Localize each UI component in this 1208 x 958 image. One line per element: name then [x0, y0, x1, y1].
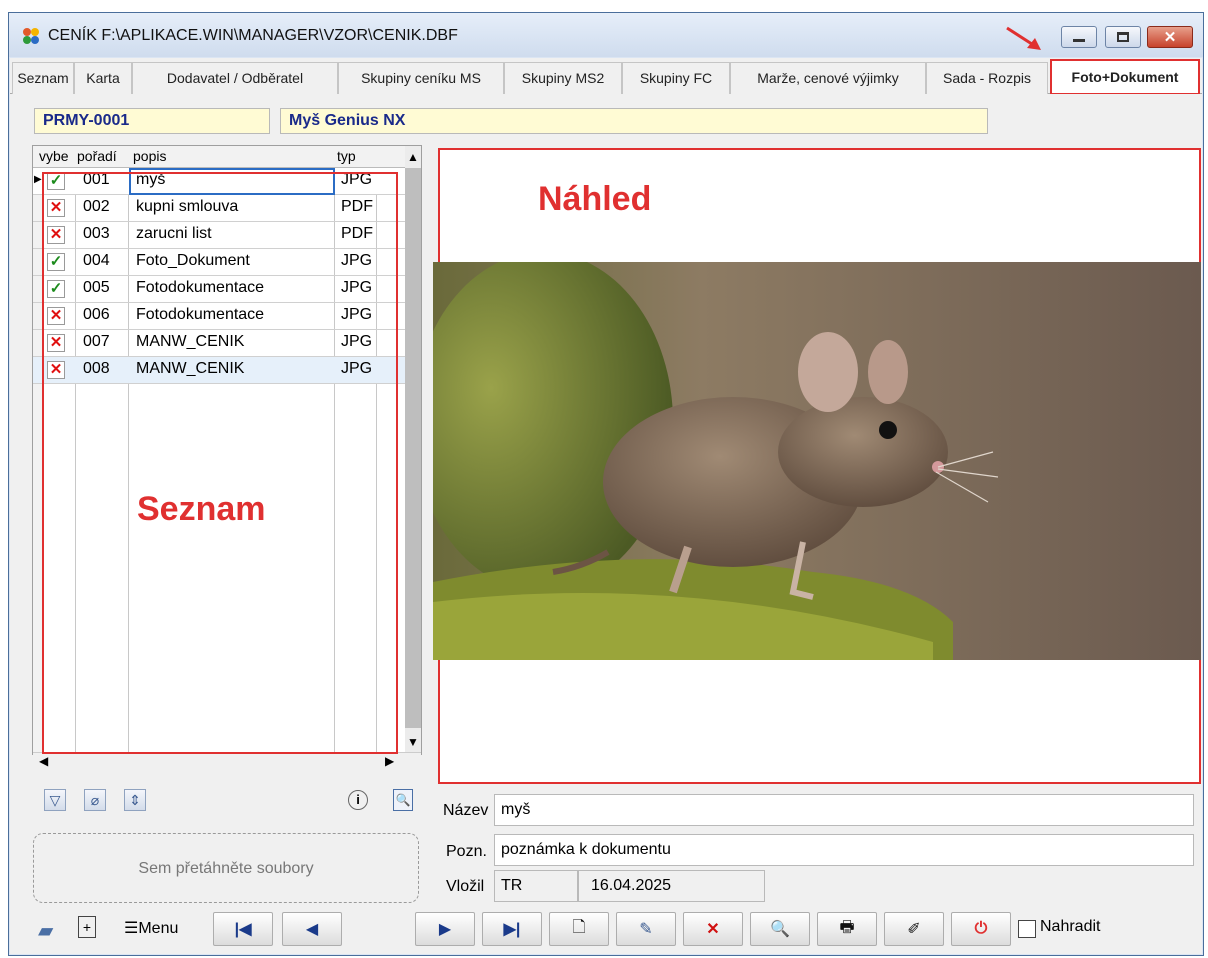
power-icon: ⏻ — [974, 920, 988, 937]
filter-icon: ▽ — [49, 791, 61, 808]
col-popis[interactable]: popis — [133, 148, 166, 164]
inserted-label: Vložil — [446, 878, 485, 895]
note-label: Pozn. — [446, 843, 487, 860]
item-code-field[interactable]: PRMY-0001 — [34, 108, 270, 134]
clipboard-add-icon[interactable]: + — [78, 916, 96, 938]
next-icon: ▶ — [438, 921, 452, 938]
minimize-button[interactable] — [1061, 26, 1097, 48]
new-record-button[interactable]: 🗋 — [549, 912, 609, 946]
menu-label: Menu — [138, 920, 179, 937]
eraser-icon[interactable]: ▰ — [38, 918, 53, 943]
window-title: CENÍK F:\APLIKACE.WIN\MANAGER\VZOR\CENIK… — [48, 27, 458, 44]
tab-sada-rozpis[interactable]: Sada - Rozpis — [926, 62, 1048, 94]
maximize-button[interactable] — [1105, 26, 1141, 48]
tab-skupiny-ms2[interactable]: Skupiny MS2 — [504, 62, 622, 94]
inserted-date-field: 16.04.2025 — [578, 870, 765, 902]
previous-icon: ◀ — [305, 921, 319, 938]
info-icon[interactable]: i — [348, 790, 368, 810]
new-document-icon: 🗋 — [572, 918, 586, 936]
name-label: Název — [443, 802, 489, 819]
edit-icon: ✎ — [639, 921, 653, 938]
tab-karta[interactable]: Karta — [74, 62, 132, 94]
last-icon: ▶| — [503, 921, 521, 938]
grid-header: vybe pořadí popis typ — [33, 146, 405, 168]
red-arrow-icon — [1006, 26, 1041, 50]
delete-record-button[interactable]: ✕ — [683, 912, 743, 946]
row-pointer-icon: ▶ — [34, 174, 42, 185]
list-annotation: Seznam — [137, 490, 266, 528]
edit-record-button[interactable]: ✎ — [616, 912, 676, 946]
scroll-down-icon[interactable]: ▼ — [407, 735, 419, 749]
settings-button[interactable]: ✐ — [884, 912, 944, 946]
tab-dodavatel[interactable]: Dodavatel / Odběratel — [132, 62, 338, 94]
tab-seznam[interactable]: Seznam — [12, 62, 74, 94]
scroll-thumb[interactable] — [405, 168, 421, 728]
tab-foto-dokument[interactable]: Foto+Dokument — [1050, 59, 1200, 95]
replace-checkbox[interactable] — [1018, 920, 1036, 938]
tab-skupiny-fc[interactable]: Skupiny FC — [622, 62, 730, 94]
sort-icon: ⇕ — [129, 791, 141, 808]
pencil-icon: ✐ — [907, 921, 921, 938]
tab-skupiny-ceniku-ms[interactable]: Skupiny ceníku MS — [338, 62, 504, 94]
clear-filter-button[interactable]: ⌀ — [84, 789, 106, 811]
preview-annotation: Náhled — [538, 180, 652, 218]
name-field[interactable]: myš — [494, 794, 1194, 826]
sort-button[interactable]: ⇕ — [124, 789, 146, 811]
previous-record-button[interactable]: ◀ — [282, 912, 342, 946]
preview-image — [433, 262, 1201, 660]
scroll-up-icon[interactable]: ▲ — [407, 150, 419, 164]
tab-marze[interactable]: Marže, cenové výjimky — [730, 62, 926, 94]
menu-icon: ☰ — [124, 920, 139, 937]
delete-icon: ✕ — [706, 921, 720, 938]
exit-button[interactable]: ⏻ — [951, 912, 1011, 946]
preview-document-button[interactable]: 🔍 — [750, 912, 810, 946]
close-icon: ✕ — [1163, 29, 1177, 46]
note-field[interactable]: poznámka k dokumentu — [494, 834, 1194, 866]
clear-icon: ⌀ — [90, 791, 100, 808]
item-name-field[interactable]: Myš Genius NX — [280, 108, 988, 134]
minimize-icon — [1073, 38, 1085, 42]
col-typ[interactable]: typ — [337, 148, 356, 164]
print-button[interactable]: 🖶 — [817, 912, 877, 946]
last-record-button[interactable]: ▶| — [482, 912, 542, 946]
replace-label: Nahradit — [1040, 918, 1101, 935]
drop-zone[interactable]: Sem přetáhněte soubory — [33, 833, 419, 903]
print-icon: 🖶 — [839, 918, 855, 936]
view-document-icon[interactable]: 🔍 — [393, 789, 413, 811]
app-logo-icon — [23, 28, 39, 44]
col-poradi[interactable]: pořadí — [77, 148, 117, 164]
menu-button[interactable]: ☰Menu — [124, 918, 178, 938]
tab-bar: Seznam Karta Dodavatel / Odběratel Skupi… — [10, 58, 1202, 95]
scroll-left-icon[interactable]: ◀ — [39, 754, 48, 768]
next-record-button[interactable]: ▶ — [415, 912, 475, 946]
col-vybe[interactable]: vybe — [39, 148, 69, 164]
first-record-button[interactable]: |◀ — [213, 912, 273, 946]
maximize-icon — [1117, 32, 1129, 42]
scroll-right-icon[interactable]: ▶ — [385, 754, 394, 768]
first-icon: |◀ — [234, 921, 252, 938]
list-highlight-box — [42, 172, 398, 754]
preview-icon: 🔍 — [770, 921, 790, 938]
filter-button[interactable]: ▽ — [44, 789, 66, 811]
close-button[interactable]: ✕ — [1147, 26, 1193, 48]
grid-horizontal-scrollbar[interactable]: ◀ ▶ — [33, 752, 421, 770]
inserted-by-field: TR — [494, 870, 578, 902]
